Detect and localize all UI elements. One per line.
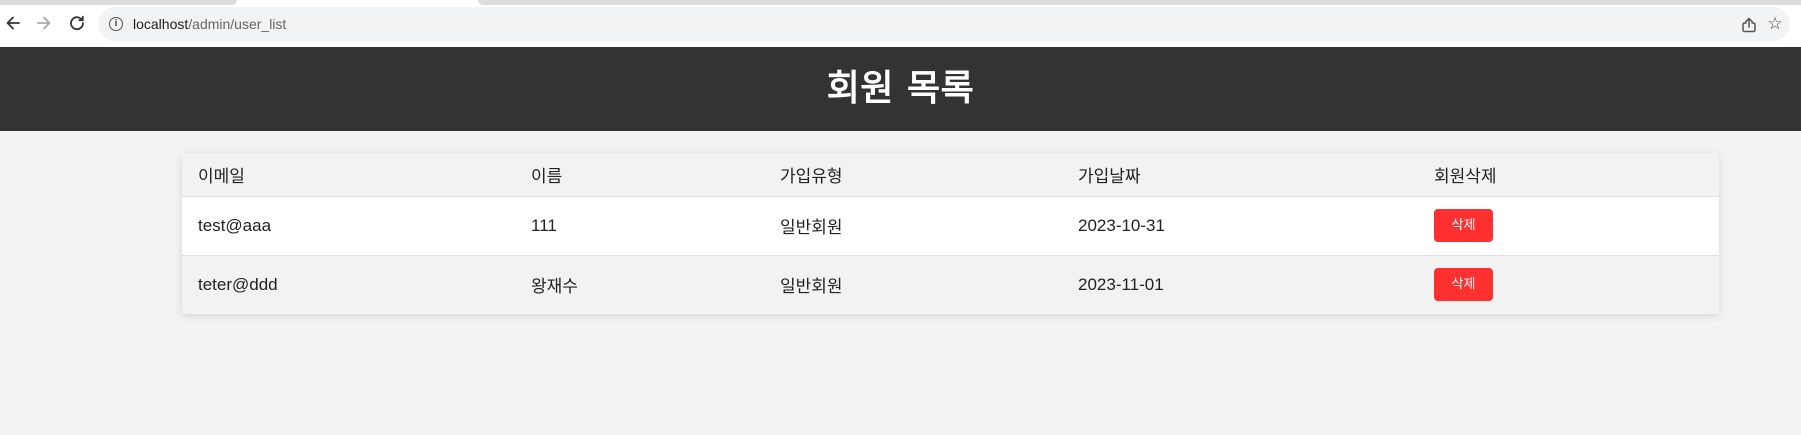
signup-type: 일반회원 [780,218,843,238]
url-text[interactable]: localhost/admin/user_list [133,16,286,32]
table-body: test@aaa 111 일반회원 2023-10-31 삭제 teter@dd… [182,196,1719,314]
address-bar[interactable]: i localhost/admin/user_list ☆ [98,7,1790,41]
reload-button[interactable] [66,12,88,34]
url-host: localhost [133,16,189,32]
column-header-email: 이메일 [198,166,245,187]
forward-button[interactable] [33,12,55,34]
signup-type: 일반회원 [780,277,843,298]
tab-strip [478,0,1801,5]
share-icon[interactable] [1740,16,1758,34]
user-list-table: 이메일 이름 가입유형 가입날짜 회원삭제 test@aaa 111 일반회원 … [182,153,1719,314]
table-header-row: 이메일 이름 가입유형 가입날짜 회원삭제 [182,153,1719,196]
forward-arrow-icon [37,16,51,30]
page-title: 회원 목록 [826,68,975,109]
browser-toolbar: i localhost/admin/user_list ☆ [0,0,1801,47]
back-button[interactable] [2,12,24,34]
delete-cell: 삭제 [1418,196,1719,255]
active-tab-edge [0,0,237,5]
signup-date: 2023-11-01 [1078,274,1164,294]
delete-cell: 삭제 [1418,255,1719,314]
column-header-signup-date: 가입날짜 [1078,166,1141,187]
url-path: /admin/user_list [188,16,287,32]
user-name: 왕재수 [531,277,578,298]
back-arrow-icon [6,16,20,30]
user-name: 111 [531,215,557,235]
star-icon[interactable]: ☆ [1766,14,1784,34]
user-list-table-container: 이메일 이름 가입유형 가입날짜 회원삭제 test@aaa 111 일반회원 … [182,153,1719,314]
delete-user-button[interactable]: 삭제 [1434,209,1493,242]
table-row: test@aaa 111 일반회원 2023-10-31 삭제 [182,196,1719,255]
signup-date: 2023-10-31 [1078,215,1165,235]
user-email: test@aaa [198,215,272,235]
page-header: 회원 목록 [0,47,1801,131]
info-icon[interactable]: i [109,17,123,31]
user-email: teter@ddd [198,274,278,294]
delete-user-button[interactable]: 삭제 [1434,268,1493,302]
column-header-delete: 회원삭제 [1434,166,1497,187]
table-header: 이메일 이름 가입유형 가입날짜 회원삭제 [182,153,1719,196]
column-header-signup-type: 가입유형 [780,166,843,187]
reload-icon [70,15,84,31]
table-row: teter@ddd 왕재수 일반회원 2023-11-01 삭제 [182,255,1719,314]
column-header-name: 이름 [531,166,563,187]
